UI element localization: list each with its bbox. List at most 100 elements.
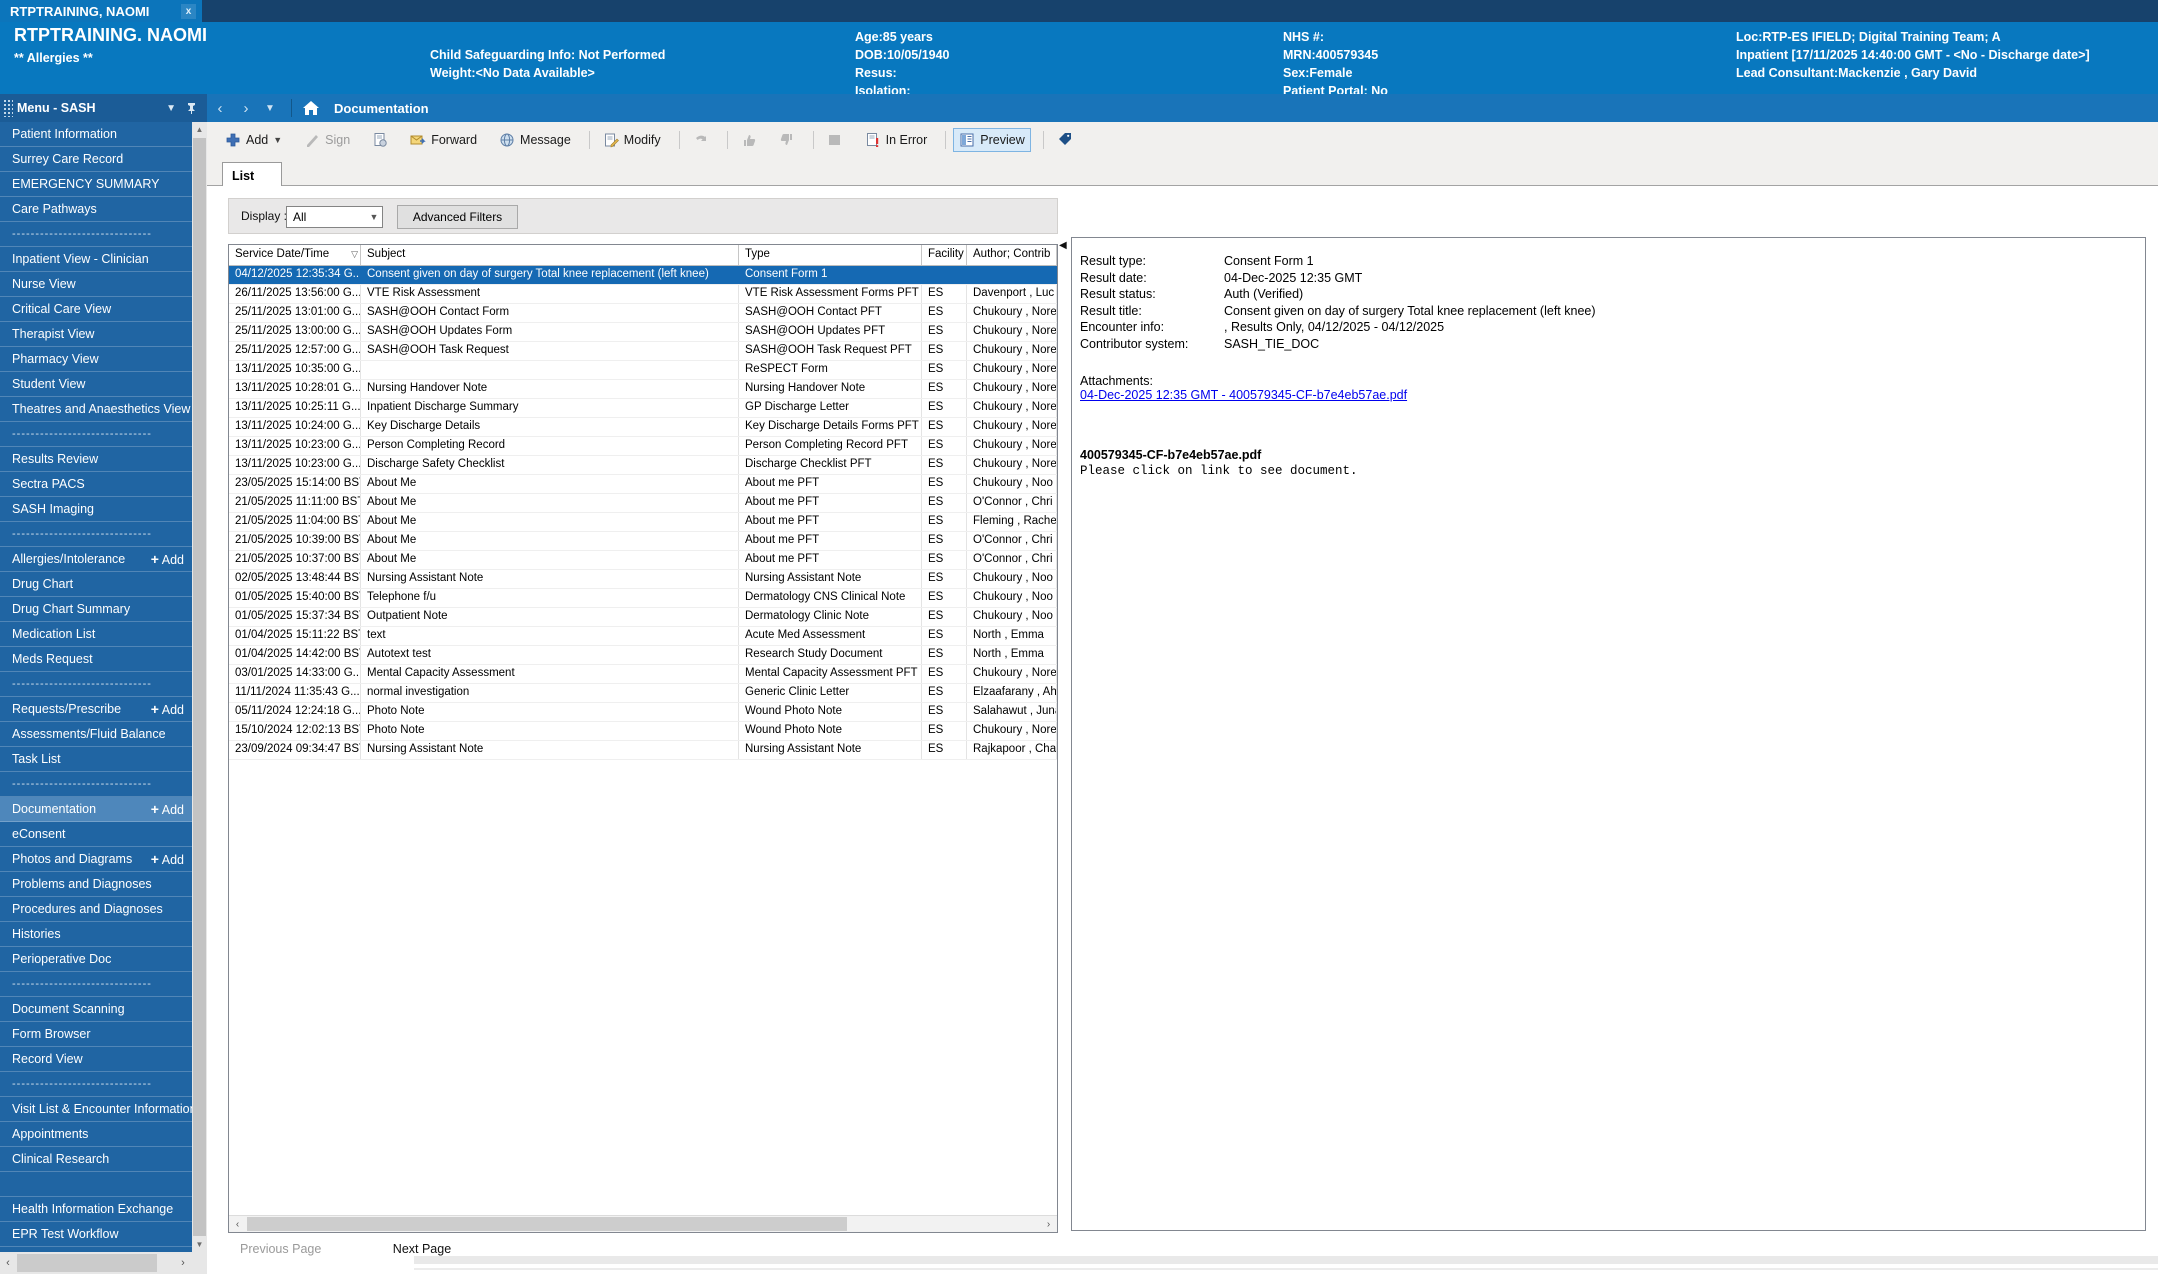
sidebar-item[interactable]: Assessments/Fluid Balance: [0, 722, 192, 747]
table-row[interactable]: 21/05/2025 10:39:00 BST About Me About m…: [229, 532, 1057, 551]
sidebar-item[interactable]: EPR Test Workflow: [0, 1222, 192, 1247]
sidebar-item[interactable]: ------------------------------: [0, 1072, 192, 1097]
sidebar-item[interactable]: Perioperative Doc: [0, 947, 192, 972]
column-service-date[interactable]: Service Date/Time ▽: [229, 245, 361, 265]
table-row[interactable]: 02/05/2025 13:48:44 BST Nursing Assistan…: [229, 570, 1057, 589]
table-row[interactable]: 01/04/2025 15:11:22 BST text Acute Med A…: [229, 627, 1057, 646]
sidebar-item[interactable]: Appointments: [0, 1122, 192, 1147]
sidebar-item[interactable]: ------------------------------: [0, 972, 192, 997]
sidebar-item[interactable]: Critical Care View: [0, 297, 192, 322]
sidebar-item[interactable]: [0, 1172, 192, 1197]
home-icon[interactable]: [302, 100, 320, 116]
sidebar-item[interactable]: ------------------------------: [0, 522, 192, 547]
table-row[interactable]: 26/11/2025 13:56:00 G... VTE Risk Assess…: [229, 285, 1057, 304]
sidebar-item[interactable]: Results Review: [0, 447, 192, 472]
scroll-left-icon[interactable]: ‹: [229, 1216, 246, 1232]
column-facility[interactable]: Facility: [922, 245, 967, 265]
sidebar-header[interactable]: Menu - SASH ▼: [0, 94, 207, 122]
sidebar-item[interactable]: Sectra PACS: [0, 472, 192, 497]
splitter-collapse-icon[interactable]: ◀: [1059, 240, 1067, 251]
sidebar-item[interactable]: Pharmacy View: [0, 347, 192, 372]
sidebar-item[interactable]: Therapist View: [0, 322, 192, 347]
in-error-button[interactable]: In Error: [859, 128, 934, 152]
sidebar-item[interactable]: Document Scanning: [0, 997, 192, 1022]
tab-list[interactable]: List: [222, 162, 282, 186]
table-row[interactable]: 13/11/2025 10:24:00 G... Key Discharge D…: [229, 418, 1057, 437]
modify-button[interactable]: Modify: [597, 128, 667, 152]
table-row[interactable]: 01/05/2025 15:40:00 BST Telephone f/u De…: [229, 589, 1057, 608]
sidebar-item[interactable]: Documentation + Add: [0, 797, 192, 822]
sidebar-add-button[interactable]: + Add: [151, 847, 184, 872]
next-page-button[interactable]: Next Page: [393, 1242, 451, 1256]
table-row[interactable]: 05/11/2024 12:24:18 G... Photo Note Woun…: [229, 703, 1057, 722]
forward-button[interactable]: Forward: [404, 128, 483, 152]
table-row[interactable]: 23/09/2024 09:34:47 BST Nursing Assistan…: [229, 741, 1057, 760]
sidebar-item[interactable]: SASH Imaging: [0, 497, 192, 522]
table-row[interactable]: 13/11/2025 10:25:11 G... Inpatient Disch…: [229, 399, 1057, 418]
sidebar-item[interactable]: Surrey Care Record: [0, 147, 192, 172]
sidebar-item[interactable]: Histories: [0, 922, 192, 947]
table-row[interactable]: 21/05/2025 11:04:00 BST About Me About m…: [229, 513, 1057, 532]
table-row[interactable]: 13/11/2025 10:28:01 G... Nursing Handove…: [229, 380, 1057, 399]
table-horizontal-scrollbar[interactable]: ‹ ›: [229, 1215, 1057, 1232]
message-button[interactable]: Message: [493, 128, 577, 152]
add-button[interactable]: Add ▼: [219, 128, 288, 152]
sidebar-item[interactable]: Allergies/Intolerance + Add: [0, 547, 192, 572]
sidebar-item[interactable]: Inpatient View - Clinician: [0, 247, 192, 272]
table-row[interactable]: 01/04/2025 14:42:00 BST Autotext test Re…: [229, 646, 1057, 665]
advanced-filters-button[interactable]: Advanced Filters: [397, 205, 518, 229]
table-row[interactable]: 04/12/2025 12:35:34 G... Consent given o…: [229, 266, 1057, 285]
sidebar-item[interactable]: Patient Information: [0, 122, 192, 147]
sidebar-item[interactable]: Visit List & Encounter Information: [0, 1097, 197, 1122]
pin-icon[interactable]: [186, 102, 197, 114]
scrollbar-thumb[interactable]: [193, 138, 206, 1236]
sidebar-item[interactable]: Drug Chart: [0, 572, 192, 597]
forward-button[interactable]: ›: [233, 100, 259, 117]
drag-grip-icon[interactable]: [3, 99, 13, 117]
table-row[interactable]: 13/11/2025 10:35:00 G... ReSPECT Form ES…: [229, 361, 1057, 380]
sidebar-item[interactable]: Problems and Diagnoses: [0, 872, 192, 897]
sidebar-item[interactable]: Drug Chart Summary: [0, 597, 192, 622]
sidebar-item[interactable]: ------------------------------: [0, 672, 192, 697]
tag-button[interactable]: [1051, 128, 1079, 152]
display-select[interactable]: All ▼: [286, 206, 383, 228]
sidebar-item[interactable]: Nurse View: [0, 272, 192, 297]
table-row[interactable]: 03/01/2025 14:33:00 G... Mental Capacity…: [229, 665, 1057, 684]
table-row[interactable]: 21/05/2025 11:11:00 BST About Me About m…: [229, 494, 1057, 513]
attachment-link[interactable]: 04-Dec-2025 12:35 GMT - 400579345-CF-b7e…: [1080, 388, 1407, 402]
sidebar-item[interactable]: Task List: [0, 747, 192, 772]
sidebar-add-button[interactable]: + Add: [151, 547, 184, 572]
sidebar-item[interactable]: Health Information Exchange: [0, 1197, 192, 1222]
sidebar-item[interactable]: ------------------------------: [0, 772, 192, 797]
sidebar-add-button[interactable]: + Add: [151, 797, 184, 822]
sidebar-item[interactable]: Photos and Diagrams + Add: [0, 847, 192, 872]
scroll-down-icon[interactable]: ▼: [192, 1237, 207, 1252]
scroll-right-icon[interactable]: ›: [1040, 1216, 1057, 1232]
scroll-right-icon[interactable]: ›: [175, 1252, 191, 1274]
column-author[interactable]: Author; Contrib: [967, 245, 1057, 265]
table-row[interactable]: 11/11/2024 11:35:43 G... normal investig…: [229, 684, 1057, 703]
seal-document-button[interactable]: [366, 128, 394, 152]
table-row[interactable]: 25/11/2025 13:00:00 G... SASH@OOH Update…: [229, 323, 1057, 342]
column-type[interactable]: Type: [739, 245, 922, 265]
sidebar-item[interactable]: Requests/Prescribe + Add: [0, 697, 192, 722]
table-row[interactable]: 25/11/2025 12:57:00 G... SASH@OOH Task R…: [229, 342, 1057, 361]
preview-button[interactable]: Preview: [953, 128, 1031, 152]
sidebar-item[interactable]: ------------------------------: [0, 222, 192, 247]
sidebar-item[interactable]: EMERGENCY SUMMARY: [0, 172, 192, 197]
back-button[interactable]: ‹: [207, 100, 233, 117]
table-row[interactable]: 13/11/2025 10:23:00 G... Discharge Safet…: [229, 456, 1057, 475]
table-row[interactable]: 23/05/2025 15:14:00 BST About Me About m…: [229, 475, 1057, 494]
sidebar-item[interactable]: Medication List: [0, 622, 192, 647]
sidebar-item[interactable]: ------------------------------: [0, 422, 192, 447]
scrollbar-thumb[interactable]: [17, 1254, 157, 1272]
sidebar-item[interactable]: Care Pathways: [0, 197, 192, 222]
table-row[interactable]: 13/11/2025 10:23:00 G... Person Completi…: [229, 437, 1057, 456]
table-row[interactable]: 15/10/2024 12:02:13 BST Photo Note Wound…: [229, 722, 1057, 741]
sidebar-item[interactable]: Procedures and Diagnoses: [0, 897, 192, 922]
sidebar-vertical-scrollbar[interactable]: ▲ ▼: [192, 122, 207, 1252]
sidebar-item[interactable]: Record View: [0, 1047, 192, 1072]
scroll-up-icon[interactable]: ▲: [192, 122, 207, 137]
scrollbar-thumb[interactable]: [247, 1217, 847, 1231]
sidebar-item[interactable]: Theatres and Anaesthetics View: [0, 397, 192, 422]
